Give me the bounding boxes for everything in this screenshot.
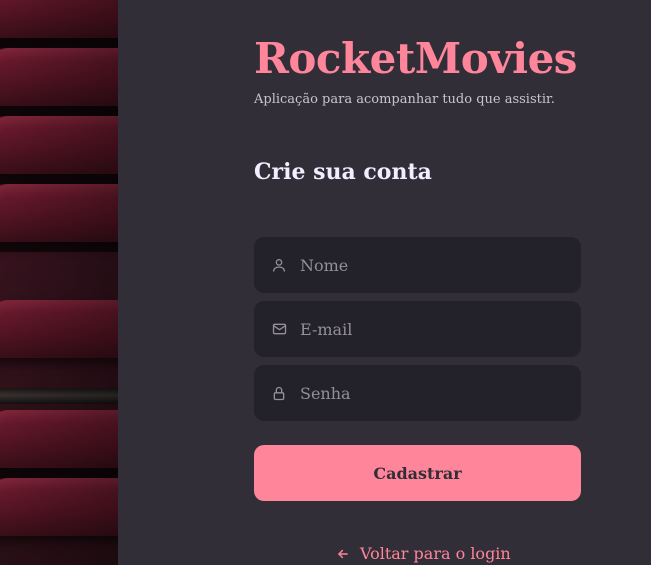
arrow-left-icon xyxy=(336,547,350,561)
email-field[interactable] xyxy=(254,301,581,357)
lock-icon xyxy=(270,384,288,402)
back-to-login-link[interactable]: Voltar para o login xyxy=(336,544,511,563)
back-to-login-label: Voltar para o login xyxy=(360,544,511,563)
app-title: RocketMovies xyxy=(254,34,577,83)
name-input[interactable] xyxy=(300,237,581,293)
form-heading: Crie sua conta xyxy=(254,159,432,185)
mail-icon xyxy=(270,320,288,338)
password-input[interactable] xyxy=(300,365,581,421)
user-icon xyxy=(270,256,288,274)
app-tagline: Aplicação para acompanhar tudo que assis… xyxy=(254,92,555,107)
signup-button[interactable]: Cadastrar xyxy=(254,445,581,501)
email-input[interactable] xyxy=(300,301,581,357)
name-field[interactable] xyxy=(254,237,581,293)
password-field[interactable] xyxy=(254,365,581,421)
background-image-cinema-seats xyxy=(0,0,118,565)
